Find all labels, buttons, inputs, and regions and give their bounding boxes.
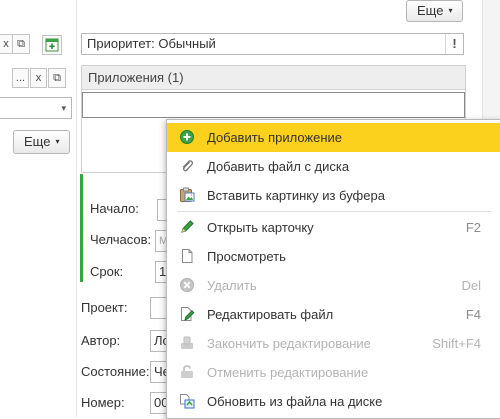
number-label: Номер: — [81, 395, 125, 410]
dropdown-arrow-icon: ▾ — [61, 103, 66, 113]
priority-value: Приоритет: Обычный — [87, 36, 216, 51]
menu-item-label: Просмотреть — [207, 249, 286, 264]
priority-field[interactable]: Приоритет: Обычный ! — [81, 33, 464, 55]
add-green-circle-icon — [179, 129, 195, 145]
menu-item-shortcut: Shift+F4 — [432, 336, 481, 351]
menu-item-label: Обновить из файла на диске — [207, 394, 383, 409]
chevron-down-icon: ▾ — [448, 6, 453, 15]
add-icon-button[interactable] — [42, 35, 62, 55]
menu-item-delete[interactable]: Удалить Del — [167, 271, 500, 300]
project-label: Проект: — [81, 300, 128, 315]
delete-circle-icon — [179, 277, 195, 293]
menu-item-shortcut: F4 — [465, 307, 481, 322]
menu-item-add-file[interactable]: Добавить файл с диска — [167, 152, 500, 181]
paperclip-icon — [179, 158, 195, 174]
paste-picture-icon — [179, 187, 195, 203]
document-icon — [179, 248, 195, 264]
group-accent-bar — [80, 174, 83, 282]
start-label: Начало: — [90, 201, 139, 216]
open-button-2[interactable]: ⧉ — [48, 68, 66, 88]
priority-mark-icon[interactable]: ! — [445, 34, 463, 54]
menu-item-paste-picture[interactable]: Вставить картинку из буфера — [167, 181, 500, 210]
left-dropdown-field[interactable]: ▾ — [0, 97, 72, 119]
add-row-icon — [45, 38, 59, 52]
chevron-down-icon: ▾ — [55, 137, 60, 146]
menu-item-shortcut: Del — [461, 278, 481, 293]
edit-file-icon — [179, 306, 195, 322]
more-label-left: Еще — [24, 134, 51, 149]
pencil-icon — [179, 219, 195, 235]
menu-item-update-from-disk[interactable]: Обновить из файла на диске — [167, 387, 500, 416]
menu-item-label: Удалить — [207, 278, 257, 293]
menu-item-label: Редактировать файл — [207, 307, 334, 322]
panel-divider — [76, 0, 77, 417]
clear-button-2[interactable]: x — [30, 68, 47, 88]
author-label: Автор: — [81, 333, 121, 348]
menu-item-shortcut: F2 — [465, 220, 481, 235]
manhours-label: Челчасов: — [90, 232, 152, 247]
menu-separator — [177, 211, 491, 212]
more-button-top[interactable]: Еще ▾ — [406, 0, 464, 22]
menu-item-label: Добавить приложение — [207, 130, 343, 145]
attachments-header: Приложения (1) — [82, 66, 465, 90]
context-menu: Добавить приложение Добавить файл с диск… — [166, 119, 500, 419]
select-button[interactable]: ... — [12, 68, 29, 88]
open-button[interactable]: ⧉ — [12, 34, 30, 54]
cancel-edit-icon — [179, 364, 195, 380]
due-label: Срок: — [90, 264, 124, 279]
menu-item-label: Отменить редактирование — [207, 365, 369, 380]
status-label: Состояние: — [81, 364, 150, 379]
menu-item-edit-file[interactable]: Редактировать файл F4 — [167, 300, 500, 329]
attachments-row-selected[interactable] — [82, 92, 465, 118]
menu-item-label: Добавить файл с диска — [207, 159, 350, 174]
menu-item-label: Закончить редактирование — [207, 336, 371, 351]
menu-item-add-attachment[interactable]: Добавить приложение — [167, 123, 500, 152]
menu-item-finish-edit[interactable]: Закончить редактирование Shift+F4 — [167, 329, 500, 358]
more-button-left[interactable]: Еще ▾ — [13, 130, 71, 154]
attachments-header-label: Приложения (1) — [88, 70, 184, 85]
menu-item-view[interactable]: Просмотреть — [167, 242, 500, 271]
update-from-disk-icon — [179, 393, 195, 409]
finish-edit-icon — [179, 335, 195, 351]
menu-item-label: Вставить картинку из буфера — [207, 188, 385, 203]
more-label: Еще — [417, 3, 444, 18]
menu-item-open-card[interactable]: Открыть карточку F2 — [167, 213, 500, 242]
menu-item-label: Открыть карточку — [207, 220, 314, 235]
menu-item-cancel-edit[interactable]: Отменить редактирование — [167, 358, 500, 387]
